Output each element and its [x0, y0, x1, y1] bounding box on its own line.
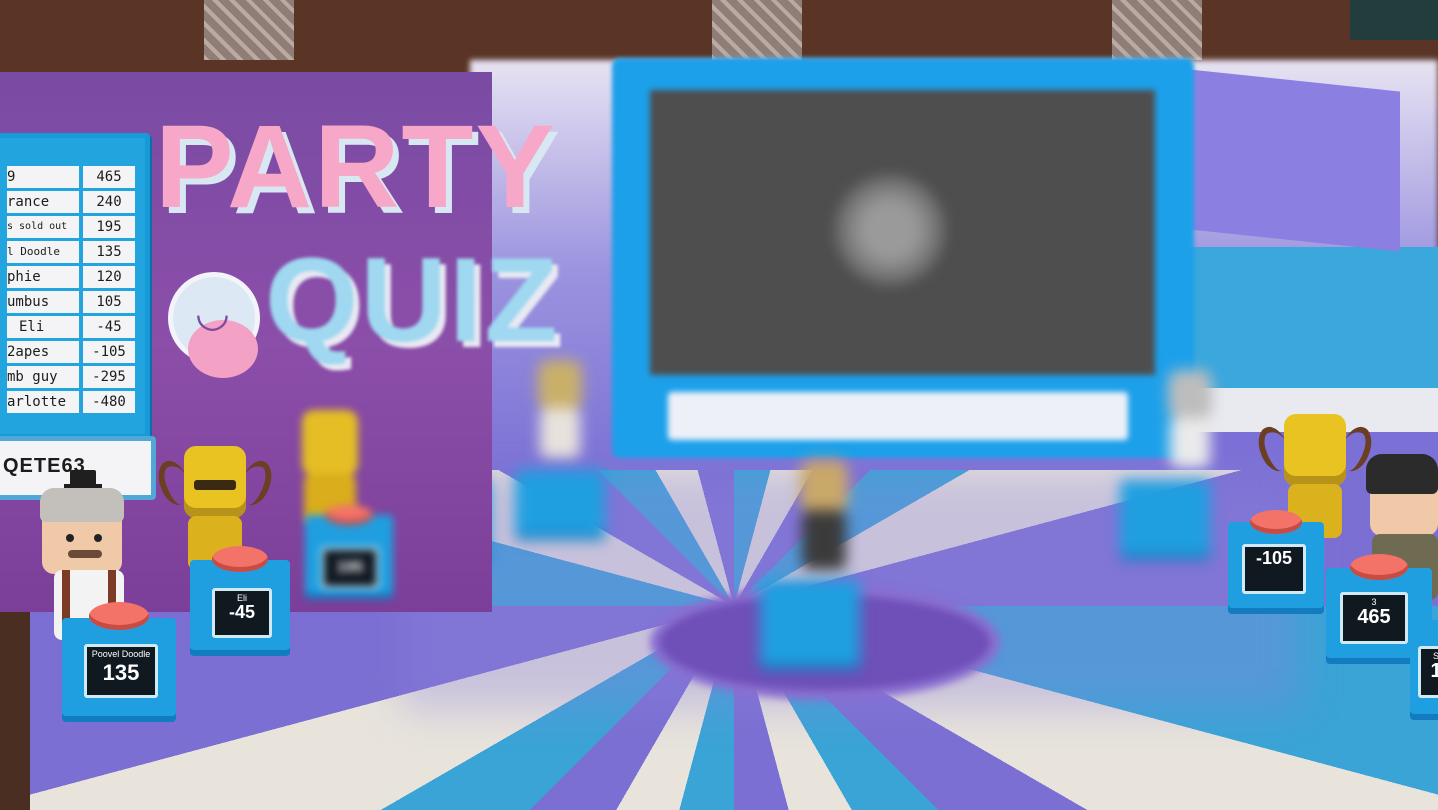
- podium-score: 195: [336, 559, 364, 576]
- scoreboard-score: 120: [96, 269, 122, 285]
- contestant-background-2: [530, 360, 590, 480]
- scoreboard-name: rance: [7, 194, 50, 210]
- scoreboard-score-cell: -45: [83, 316, 135, 338]
- scoreboard-name-cell: 9: [7, 166, 79, 188]
- podium-score: 135: [102, 660, 140, 685]
- podium-score: -45: [228, 602, 255, 622]
- podium-score: 1: [1430, 660, 1438, 682]
- buzzer-button[interactable]: [212, 546, 268, 572]
- podium-edge-right: S 1: [1410, 620, 1438, 720]
- scoreboard-score-cell: -295: [83, 366, 135, 388]
- podium-eli: Eli -45: [190, 546, 290, 656]
- podium-name: Poovel Doodle: [91, 649, 151, 659]
- logo-smiley-icon: ◡: [195, 290, 230, 336]
- scoreboard: 9 465 rance 240 s sold out 195 l Doodle …: [0, 133, 150, 439]
- scoreboard-name: arlotte: [7, 394, 67, 410]
- scoreboard-score-cell: 105: [83, 291, 135, 313]
- podium-display: 195: [321, 547, 379, 589]
- podium-center: [760, 580, 860, 670]
- screen-answer-bar: [668, 392, 1128, 440]
- podium-score: -105: [1255, 548, 1293, 568]
- scoreboard-score-cell: 120: [83, 266, 135, 288]
- scoreboard-score: -295: [92, 369, 126, 385]
- scoreboard-name: mb guy: [7, 369, 58, 385]
- podium-display: S 1: [1418, 646, 1438, 698]
- podium-score: 465: [1357, 606, 1391, 628]
- scoreboard-score: -480: [92, 394, 126, 410]
- logo-party-text: PARTY: [155, 101, 557, 233]
- game-scene: PARTY ◡ QUIZ 9 465 rance 240 s sold out …: [0, 0, 1438, 810]
- scoreboard-name-cell: Eli: [7, 316, 79, 338]
- scoreboard-name-cell: mb guy: [7, 366, 79, 388]
- grey-hair: [40, 488, 124, 522]
- podium-display: -105: [1242, 544, 1306, 594]
- scoreboard-name-cell: arlotte: [7, 391, 79, 413]
- scoreboard-name-cell: rance: [7, 191, 79, 213]
- dark-hair: [1366, 454, 1438, 494]
- ceiling-light: [1350, 0, 1438, 40]
- scoreboard-score: -45: [96, 319, 122, 335]
- podium-2apes: -105: [1228, 510, 1324, 614]
- stage-truss-center: [712, 0, 802, 60]
- mustache-icon: [68, 550, 102, 558]
- podium-display: 3 465: [1340, 592, 1408, 644]
- screen-picture: [830, 170, 950, 290]
- buzzer-button[interactable]: [1350, 554, 1408, 580]
- scoreboard-name: Eli: [19, 319, 45, 335]
- podium-background-3: [1120, 480, 1210, 560]
- scoreboard-score: 240: [96, 194, 122, 210]
- stage-truss-right: [1112, 0, 1202, 60]
- scoreboard-name: 9: [7, 169, 16, 185]
- scoreboard-name-cell: 2apes: [7, 341, 79, 363]
- scoreboard-name-cell: l Doodle: [7, 241, 79, 263]
- scoreboard-score: -105: [92, 344, 126, 360]
- scoreboard-score-cell: 135: [83, 241, 135, 263]
- scoreboard-name-cell: umbus: [7, 291, 79, 313]
- scoreboard-name: l Doodle: [7, 245, 60, 258]
- scoreboard-score-cell: 195: [83, 216, 135, 238]
- scoreboard-name: s sold out: [7, 221, 68, 232]
- scoreboard-score: 195: [96, 219, 122, 235]
- podium-background-2: [515, 470, 605, 540]
- scoreboard-score-cell: 240: [83, 191, 135, 213]
- scoreboard-name-cell: s sold out: [7, 216, 79, 238]
- scoreboard-name: phie: [7, 269, 41, 285]
- scoreboard-score: 465: [96, 169, 122, 185]
- scoreboard-name-cell: phie: [7, 266, 79, 288]
- podium-display: Poovel Doodle 135: [84, 644, 158, 698]
- buzzer-button[interactable]: [89, 602, 149, 630]
- scoreboard-score-cell: -480: [83, 391, 135, 413]
- scoreboard-name: 2apes: [7, 344, 50, 360]
- contestant-background-3: [1160, 370, 1220, 490]
- stage-truss-left: [204, 0, 294, 60]
- podium-contestant-3: 195: [305, 505, 393, 599]
- scoreboard-score-cell: 465: [83, 166, 135, 188]
- podium-display: Eli -45: [212, 588, 272, 638]
- logo-quiz-text: QUIZ: [265, 233, 560, 367]
- buzzer-button[interactable]: [1250, 510, 1302, 534]
- scoreboard-score: 105: [96, 294, 122, 310]
- scoreboard-name: umbus: [7, 294, 50, 310]
- scoreboard-score-cell: -105: [83, 341, 135, 363]
- podium-poovel-doodle: Poovel Doodle 135: [62, 602, 176, 722]
- contestant-center-host: [790, 460, 860, 580]
- scoreboard-score: 135: [96, 244, 122, 260]
